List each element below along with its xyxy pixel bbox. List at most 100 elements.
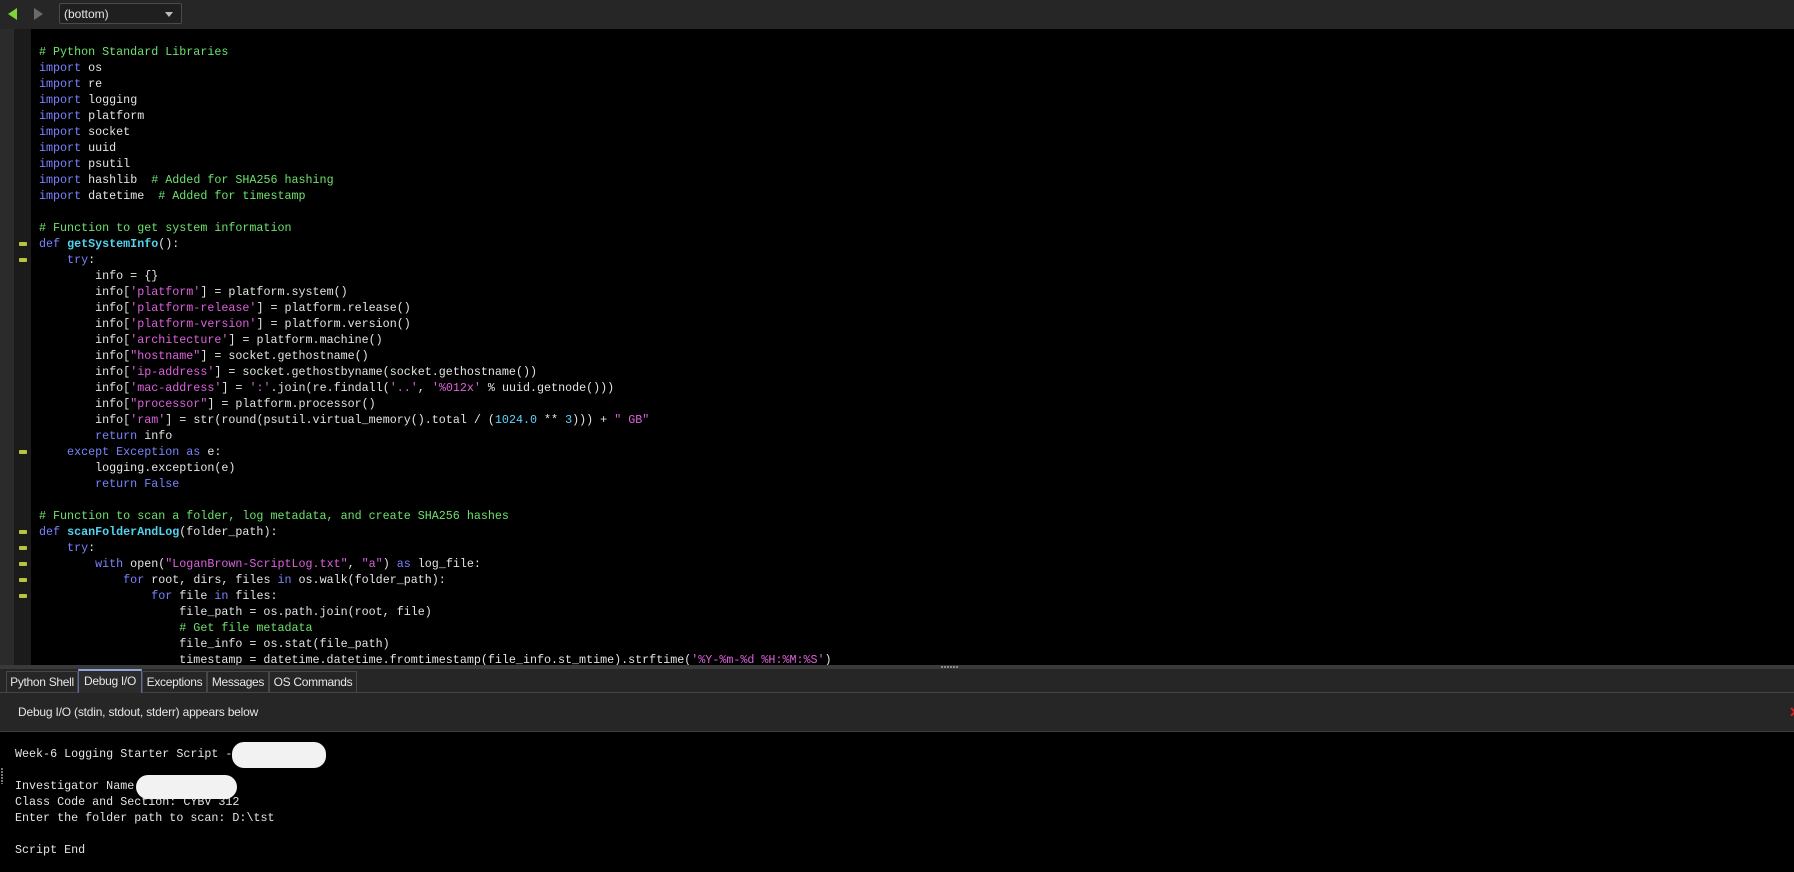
code-token: info[: [39, 285, 131, 299]
code-token: info[: [39, 365, 131, 379]
code-line: info = {}: [39, 268, 832, 284]
code-token: info[: [39, 301, 131, 315]
code-token: ] =: [221, 381, 250, 395]
tab-messages[interactable]: Messages: [207, 671, 269, 692]
code-token: datetime: [81, 189, 159, 203]
code-token: # Added for timestamp: [158, 189, 306, 203]
fold-gutter: [14, 29, 31, 665]
code-line: info['mac-address'] = ':'.join(re.findal…: [39, 380, 832, 396]
code-token: file_info = os.stat(file_path): [39, 637, 390, 651]
fold-toggle-icon[interactable]: [19, 450, 27, 454]
fold-toggle-icon[interactable]: [19, 562, 27, 566]
scope-selector-dropdown[interactable]: (bottom): [59, 3, 182, 24]
code-line: import logging: [39, 92, 832, 108]
debug-io-console[interactable]: Week-6 Logging Starter Script - Investig…: [0, 732, 1794, 872]
console-line: Enter the folder path to scan: D:\tst: [15, 811, 275, 825]
code-line: info["processor"] = platform.processor(): [39, 396, 832, 412]
code-token: **: [537, 413, 566, 427]
toolbar: (bottom): [0, 0, 1794, 29]
back-arrow-icon[interactable]: [8, 8, 17, 20]
code-token: "processor": [130, 397, 208, 411]
code-token: except Exception as: [39, 445, 201, 459]
code-line: import socket: [39, 124, 832, 140]
code-line: with open("LoganBrown-ScriptLog.txt", "a…: [19, 556, 832, 572]
code-line: logging.exception(e): [39, 460, 832, 476]
fold-toggle-icon[interactable]: [19, 578, 27, 582]
code-token: # Added for SHA256 hashing: [151, 173, 334, 187]
tab-debug-i-o[interactable]: Debug I/O: [78, 669, 142, 693]
code-token: ] = socket.gethostbyname(socket.gethostn…: [214, 365, 537, 379]
fold-toggle-icon[interactable]: [19, 242, 27, 246]
code-token: as: [396, 557, 411, 571]
code-token: scanFolderAndLog: [67, 525, 180, 539]
fold-toggle-icon[interactable]: [19, 530, 27, 534]
code-token: info[: [39, 349, 131, 363]
code-token: os: [81, 61, 103, 75]
code-token: info[: [39, 333, 131, 347]
code-token: info = {}: [39, 269, 159, 283]
code-token: ))) +: [572, 413, 615, 427]
code-token: ] = platform.processor(): [207, 397, 376, 411]
code-token: :: [88, 253, 96, 267]
code-token: ] = platform.version(): [256, 317, 411, 331]
fold-toggle-icon[interactable]: [19, 258, 27, 262]
code-token: .join(re.findall(: [270, 381, 390, 395]
code-token: log_file:: [410, 557, 481, 571]
tab-os-commands[interactable]: OS Commands: [269, 671, 357, 692]
code-line: try:: [19, 540, 832, 556]
code-token: ] = platform.release(): [256, 301, 411, 315]
code-token: import: [39, 61, 82, 75]
code-token: platform: [81, 109, 145, 123]
code-token: def: [39, 237, 68, 251]
code-token: logging.exception(e): [39, 461, 236, 475]
code-token: 1024.0: [494, 413, 538, 427]
code-line: info['platform'] = platform.system(): [39, 284, 832, 300]
code-line: # Get file metadata: [39, 620, 832, 636]
code-token: import: [39, 141, 82, 155]
code-token: return False: [39, 477, 180, 491]
code-token: with: [39, 557, 124, 571]
code-editor[interactable]: # Python Standard Libraries import os impo…: [19, 29, 1794, 668]
side-grip-icon[interactable]: [1, 768, 3, 784]
code-token: socket: [81, 125, 131, 139]
debug-io-header-text: Debug I/O (stdin, stdout, stderr) appear…: [18, 705, 259, 719]
code-token: info[: [39, 317, 131, 331]
splitter-grip-icon[interactable]: [941, 666, 959, 668]
code-token: import: [39, 125, 82, 139]
code-token: # Function to get system information: [39, 221, 292, 235]
code-line: # Function to get system information: [39, 220, 832, 236]
code-line: try:: [19, 252, 832, 268]
tab-exceptions[interactable]: Exceptions: [142, 671, 207, 692]
code-line: def getSystemInfo():: [19, 236, 832, 252]
code-token: in: [214, 589, 229, 603]
code-token: info[: [39, 397, 131, 411]
code-token: for: [39, 573, 145, 587]
code-token: 'ip-address': [130, 365, 215, 379]
code-line: # Python Standard Libraries: [39, 44, 832, 60]
code-token: 'platform-release': [130, 301, 257, 315]
code-token: root, dirs, files: [144, 573, 278, 587]
code-line: info['architecture'] = platform.machine(…: [39, 332, 832, 348]
fold-toggle-icon[interactable]: [19, 546, 27, 550]
code-token: e:: [200, 445, 222, 459]
fold-toggle-icon[interactable]: [19, 594, 27, 598]
code-lines: # Python Standard Libraries import os impo…: [19, 44, 832, 668]
code-token: ] = platform.system(): [200, 285, 348, 299]
code-line: import re: [39, 76, 832, 92]
forward-arrow-icon[interactable]: [34, 8, 43, 20]
code-token: import: [39, 77, 82, 91]
code-token: import: [39, 93, 82, 107]
code-token: return: [39, 429, 138, 443]
close-icon[interactable]: ✕: [1789, 704, 1794, 721]
redaction-blob: [136, 775, 237, 799]
code-token: # Function to scan a folder, log metadat…: [39, 509, 509, 523]
code-token: # Get file metadata: [39, 621, 313, 635]
code-line: info['platform-release'] = platform.rele…: [39, 300, 832, 316]
code-line: return info: [39, 428, 832, 444]
code-line: file_path = os.path.join(root, file): [39, 604, 832, 620]
code-token: ] = platform.machine(): [228, 333, 383, 347]
tab-python-shell[interactable]: Python Shell: [6, 671, 78, 692]
code-token: ] = str(round(psutil.virtual_memory().to…: [165, 413, 495, 427]
code-line: info["hostname"] = socket.gethostname(): [39, 348, 832, 364]
